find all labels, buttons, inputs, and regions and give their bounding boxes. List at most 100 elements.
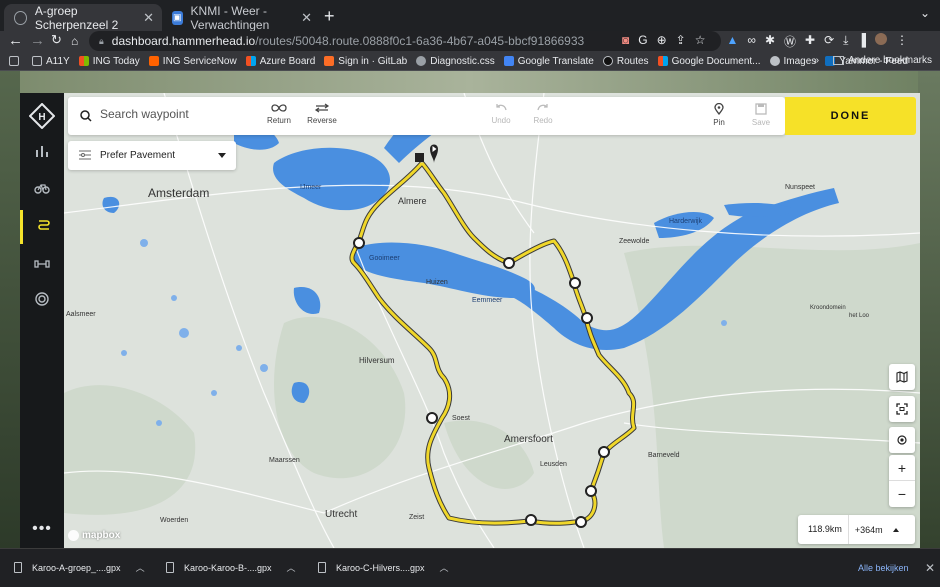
chevron-up-icon[interactable]: ︿ xyxy=(136,561,145,574)
map-label-zeewolde: Zeewolde xyxy=(619,238,649,245)
forward-icon[interactable]: → xyxy=(30,32,45,49)
wordpress-extension-icon[interactable]: Ⓦ xyxy=(784,33,796,50)
search-input[interactable] xyxy=(100,107,250,121)
puzzle-icon[interactable]: ✚ xyxy=(805,33,815,50)
zoom-out-button[interactable]: − xyxy=(889,481,915,507)
tab-hammerhead[interactable]: A-groep Scherpenzeel 2 ✕ xyxy=(4,4,162,32)
waypoint-marker[interactable] xyxy=(353,237,365,249)
background-photo xyxy=(918,71,940,548)
sidebar-item-workouts[interactable] xyxy=(20,248,64,282)
bookmark-item[interactable]: Images xyxy=(769,56,816,67)
tab-knmi[interactable]: ▣ KNMI - Weer - Verwachtingen ✕ xyxy=(162,3,320,32)
reverse-button[interactable]: Reverse xyxy=(304,103,340,126)
bookmark-item[interactable]: ING Today xyxy=(78,56,140,67)
back-icon[interactable]: ← xyxy=(8,32,23,49)
zoom-icon[interactable]: ⊕ xyxy=(657,33,667,50)
route-editor: Amsterdam IJmeer Almere Gooimeer Eemmeer… xyxy=(64,93,920,548)
menu-icon[interactable]: ⋮ xyxy=(896,33,908,50)
bookmark-folder[interactable] xyxy=(9,56,23,66)
waypoint-marker[interactable] xyxy=(569,277,581,289)
chevron-up-icon[interactable]: ︿ xyxy=(440,561,449,574)
routing-preference-select[interactable]: Prefer Pavement xyxy=(68,141,236,170)
caret-up-icon[interactable] xyxy=(892,527,899,532)
sidebar-item-activity[interactable] xyxy=(20,284,64,318)
close-icon[interactable]: ✕ xyxy=(143,10,154,26)
bookmark-item[interactable]: Azure Board xyxy=(245,56,315,67)
finish-flag-icon xyxy=(415,153,424,162)
download-item[interactable]: Karoo-A-groep_....gpx ︿ xyxy=(14,561,145,574)
waypoint-marker[interactable] xyxy=(581,312,593,324)
share-icon[interactable]: ⇪ xyxy=(676,33,686,50)
map-label-almere: Almere xyxy=(398,196,427,206)
bookmark-item[interactable]: Google Document... xyxy=(657,56,761,67)
activity-ring-icon xyxy=(34,291,50,312)
bookmark-item[interactable]: Routes xyxy=(602,56,649,67)
camera-blocked-icon[interactable]: ◙ xyxy=(622,33,629,50)
redo-button[interactable]: Redo xyxy=(525,103,561,126)
sidebar-icon[interactable]: ▐ xyxy=(857,33,866,50)
svg-text:H: H xyxy=(38,112,45,123)
mapbox-logo[interactable]: mapbox xyxy=(68,530,120,541)
download-item[interactable]: Karoo-C-Hilvers....gpx ︿ xyxy=(318,561,449,574)
azure-extension-icon[interactable]: ▲ xyxy=(726,33,738,50)
folder-icon xyxy=(833,56,845,65)
sidebar-item-stats[interactable] xyxy=(20,136,64,170)
route-stats-panel[interactable]: 118.9km +364m xyxy=(798,515,915,544)
sidebar-item-rides[interactable] xyxy=(20,173,64,207)
locate-icon xyxy=(897,435,907,445)
bookmark-item[interactable]: A11Y xyxy=(32,56,70,67)
more-icon[interactable]: ••• xyxy=(20,512,64,546)
bookmark-item[interactable]: Diagnostic.css xyxy=(416,56,495,67)
waypoint-marker[interactable] xyxy=(426,412,438,424)
bookmark-item[interactable]: Sign in · GitLab xyxy=(324,56,407,67)
show-all-downloads-link[interactable]: Alle bekijken xyxy=(858,563,909,573)
app-sidebar: H ••• xyxy=(20,93,64,548)
home-icon[interactable]: ⌂ xyxy=(71,34,78,48)
map-label-amersfoort: Amersfoort xyxy=(504,434,553,445)
google-icon[interactable]: G xyxy=(638,33,647,50)
folder-icon xyxy=(32,56,42,66)
close-icon[interactable]: ✕ xyxy=(925,561,935,575)
link-extension-icon[interactable]: ∞ xyxy=(747,33,756,50)
return-button[interactable]: Return xyxy=(261,103,297,126)
extensions-row: ◙ G ⊕ ⇪ ☆ ▲ ∞ ✱ Ⓦ ✚ ⟳ ⤓ ▐ ⋮ xyxy=(622,33,908,50)
chevron-up-icon[interactable]: ︿ xyxy=(287,561,296,574)
fit-route-button[interactable] xyxy=(889,396,915,422)
waypoint-marker[interactable] xyxy=(598,446,610,458)
zoom-in-button[interactable]: + xyxy=(889,455,915,481)
save-button[interactable]: Save xyxy=(743,103,779,128)
more-bookmarks-icon[interactable]: » xyxy=(814,55,820,66)
map-label-soest: Soest xyxy=(452,415,470,422)
hammerhead-logo-icon[interactable]: H xyxy=(20,97,64,135)
map-label-maarssen: Maarssen xyxy=(269,457,300,464)
reload-icon[interactable]: ↻ xyxy=(51,32,62,48)
close-icon[interactable]: ✕ xyxy=(301,10,312,26)
bookmark-item[interactable]: ING ServiceNow xyxy=(148,56,237,67)
download-item[interactable]: Karoo-Karoo-B-....gpx ︿ xyxy=(166,561,296,574)
gitlab-icon xyxy=(324,56,335,66)
avatar[interactable] xyxy=(874,33,887,45)
settings-extension-icon[interactable]: ✱ xyxy=(765,33,775,50)
map-label-zeist: Zeist xyxy=(409,514,424,521)
bookmark-item[interactable]: Google Translate xyxy=(503,56,594,67)
waypoint-marker[interactable] xyxy=(575,516,587,528)
waypoint-marker[interactable] xyxy=(525,514,537,526)
done-button[interactable]: DONE xyxy=(785,97,916,135)
tab-search-chevron-icon[interactable]: ⌄ xyxy=(920,6,930,20)
download-icon[interactable]: ⤓ xyxy=(843,33,848,50)
waypoint-marker[interactable] xyxy=(503,257,515,269)
pin-button[interactable]: Pin xyxy=(701,103,737,128)
map-style-button[interactable] xyxy=(889,364,915,390)
map-label-leusden: Leusden xyxy=(540,461,567,468)
locate-button[interactable] xyxy=(889,427,915,453)
waypoint-marker[interactable] xyxy=(585,485,597,497)
tab-title: KNMI - Weer - Verwachtingen xyxy=(190,3,270,32)
undo-button[interactable]: Undo xyxy=(483,103,519,126)
bookmark-star-icon[interactable]: ☆ xyxy=(695,33,706,50)
sync-extension-icon[interactable]: ⟳ xyxy=(824,33,834,50)
new-tab-icon[interactable]: + xyxy=(324,6,335,27)
undo-icon xyxy=(496,104,507,111)
sidebar-item-routes[interactable] xyxy=(20,210,64,244)
other-bookmarks[interactable]: » Andere bookmarks xyxy=(814,55,933,66)
fit-bounds-icon xyxy=(896,403,908,415)
